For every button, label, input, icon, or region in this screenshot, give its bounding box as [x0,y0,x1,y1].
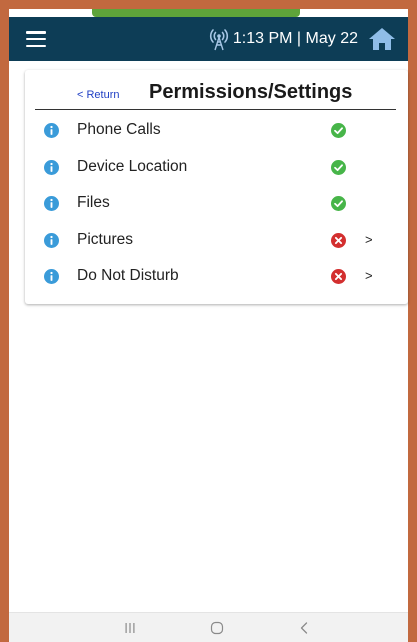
page-title: Permissions/Settings [149,81,353,103]
home-icon[interactable] [368,26,396,52]
chevron-right-icon[interactable]: > [365,232,373,247]
granted-check-icon [331,123,346,138]
broadcast-signal-icon [209,29,228,51]
granted-check-icon [331,159,346,175]
info-icon[interactable] [44,232,59,248]
permission-row-do-not-disturb[interactable]: Do Not Disturb > [25,258,408,295]
card-header: < Return Permissions/Settings [35,70,396,110]
denied-x-icon [331,232,346,248]
permissions-list: Phone Calls Device Location Files Pictur… [25,112,408,295]
info-icon[interactable] [44,269,59,284]
chevron-right-icon[interactable]: > [365,268,373,283]
permission-row-pictures[interactable]: Pictures > [25,222,408,259]
permission-label: Device Location [77,157,188,175]
permission-label: Files [77,194,110,211]
system-nav-bar [9,612,408,642]
return-link[interactable]: < Return [77,89,120,101]
permission-row-files[interactable]: Files [25,185,408,222]
permission-row-device-location[interactable]: Device Location [25,149,408,186]
back-chevron-icon[interactable] [299,621,309,635]
permission-label: Pictures [77,230,133,248]
permissions-card: < Return Permissions/Settings Phone Call… [25,70,408,304]
hamburger-menu-icon[interactable] [26,31,46,47]
info-icon[interactable] [44,159,59,175]
time-date-text: 1:13 PM | May 22 [232,30,358,47]
permission-row-phone-calls[interactable]: Phone Calls [25,112,408,149]
appbar-right: 1:13 PM | May 22 [207,26,396,52]
permission-label: Phone Calls [77,121,161,138]
app-bar: 1:13 PM | May 22 [9,17,408,61]
info-icon[interactable] [44,196,59,211]
granted-check-icon [331,196,346,211]
home-circle-icon[interactable] [210,621,224,635]
status-accent-bar [92,9,300,17]
info-icon[interactable] [44,123,59,138]
recent-apps-icon[interactable] [124,622,136,634]
denied-x-icon [331,269,346,284]
permission-label: Do Not Disturb [77,267,179,284]
